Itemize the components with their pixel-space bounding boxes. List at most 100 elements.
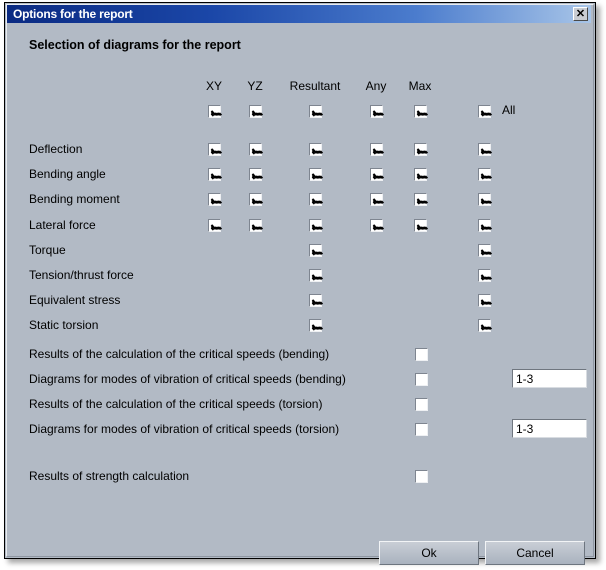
checkmark-icon [415, 220, 426, 231]
option-checkbox-3[interactable] [415, 423, 428, 436]
checkbox-row0-resultant[interactable] [309, 143, 322, 156]
cancel-button[interactable]: Cancel [485, 541, 585, 565]
checkmark-icon [209, 144, 220, 155]
row-label: Deflection [29, 142, 82, 156]
checkmark-icon [479, 194, 490, 205]
checkbox-row2-xy[interactable] [208, 193, 221, 206]
mode-range-input-3[interactable] [512, 419, 587, 438]
row-label: Bending angle [29, 167, 106, 181]
option-checkbox-0[interactable] [415, 348, 428, 361]
checkmark-icon [250, 220, 261, 231]
checkmark-icon [310, 194, 321, 205]
checkbox-row1-max[interactable] [414, 168, 427, 181]
checkbox-row1-resultant[interactable] [309, 168, 322, 181]
checkbox-row3-yz[interactable] [249, 219, 262, 232]
checkmark-icon [416, 471, 427, 482]
checkmark-icon [371, 169, 382, 180]
checkbox-row1-all[interactable] [478, 168, 491, 181]
column-header-yz: YZ [247, 79, 262, 93]
select-all-checkbox-resultant[interactable] [309, 105, 322, 118]
option-checkbox-4[interactable] [415, 470, 428, 483]
checkmark-icon [415, 106, 426, 117]
checkmark-icon [209, 106, 220, 117]
ok-button[interactable]: Ok [379, 541, 479, 565]
page-title: Selection of diagrams for the report [29, 38, 241, 52]
title-bar: Options for the report ✕ [7, 5, 591, 23]
checkbox-row7-all[interactable] [478, 319, 491, 332]
checkmark-icon [310, 270, 321, 281]
checkmark-icon [371, 220, 382, 231]
checkmark-icon [416, 374, 427, 385]
checkbox-row1-any[interactable] [370, 168, 383, 181]
checkbox-row3-all[interactable] [478, 219, 491, 232]
checkbox-row0-yz[interactable] [249, 143, 262, 156]
row-label: Bending moment [29, 192, 120, 206]
select-all-checkbox-yz[interactable] [249, 105, 262, 118]
checkbox-row2-all[interactable] [478, 193, 491, 206]
checkmark-icon [479, 270, 490, 281]
checkmark-icon [415, 169, 426, 180]
select-all-checkbox-all[interactable] [478, 105, 491, 118]
checkmark-icon [416, 399, 427, 410]
checkbox-row6-all[interactable] [478, 294, 491, 307]
checkmark-icon [209, 194, 220, 205]
select-all-checkbox-xy[interactable] [208, 105, 221, 118]
row-label: Torque [29, 243, 66, 257]
checkmark-icon [479, 144, 490, 155]
checkbox-row6-resultant[interactable] [309, 294, 322, 307]
checkbox-row3-xy[interactable] [208, 219, 221, 232]
close-icon[interactable]: ✕ [573, 7, 588, 21]
checkbox-row0-max[interactable] [414, 143, 427, 156]
checkmark-icon [479, 169, 490, 180]
checkbox-row1-xy[interactable] [208, 168, 221, 181]
checkmark-icon [479, 320, 490, 331]
checkbox-row4-resultant[interactable] [309, 244, 322, 257]
checkmark-icon [479, 295, 490, 306]
checkmark-icon [310, 245, 321, 256]
checkmark-icon [479, 220, 490, 231]
checkmark-icon [250, 169, 261, 180]
checkmark-icon [250, 144, 261, 155]
option-label: Results of the calculation of the critic… [29, 397, 322, 411]
select-all-checkbox-any[interactable] [370, 105, 383, 118]
option-label: Diagrams for modes of vibration of criti… [29, 422, 339, 436]
select-all-checkbox-max[interactable] [414, 105, 427, 118]
checkmark-icon [209, 220, 220, 231]
option-label: Results of strength calculation [29, 469, 189, 483]
checkbox-row0-xy[interactable] [208, 143, 221, 156]
column-header-resultant: Resultant [290, 79, 341, 93]
checkbox-row2-yz[interactable] [249, 193, 262, 206]
checkmark-icon [250, 106, 261, 117]
checkbox-row3-max[interactable] [414, 219, 427, 232]
window-title: Options for the report [7, 7, 133, 21]
checkbox-row2-any[interactable] [370, 193, 383, 206]
row-label: Static torsion [29, 318, 98, 332]
checkbox-row3-resultant[interactable] [309, 219, 322, 232]
checkbox-row0-all[interactable] [478, 143, 491, 156]
checkmark-icon [310, 106, 321, 117]
checkbox-row2-resultant[interactable] [309, 193, 322, 206]
checkbox-row4-all[interactable] [478, 244, 491, 257]
checkmark-icon [416, 424, 427, 435]
mode-range-input-1[interactable] [512, 369, 587, 388]
checkbox-row3-any[interactable] [370, 219, 383, 232]
checkmark-icon [415, 144, 426, 155]
option-label: Diagrams for modes of vibration of criti… [29, 372, 346, 386]
checkbox-row0-any[interactable] [370, 143, 383, 156]
checkmark-icon [415, 194, 426, 205]
checkbox-row5-resultant[interactable] [309, 269, 322, 282]
checkbox-row5-all[interactable] [478, 269, 491, 282]
checkmark-icon [310, 295, 321, 306]
checkmark-icon [310, 144, 321, 155]
option-checkbox-2[interactable] [415, 398, 428, 411]
option-checkbox-1[interactable] [415, 373, 428, 386]
checkmark-icon [310, 169, 321, 180]
checkmark-icon [209, 169, 220, 180]
checkbox-row7-resultant[interactable] [309, 319, 322, 332]
column-header-max: Max [409, 79, 432, 93]
checkbox-row2-max[interactable] [414, 193, 427, 206]
checkbox-row1-yz[interactable] [249, 168, 262, 181]
checkmark-icon [416, 349, 427, 360]
row-label: Equivalent stress [29, 293, 120, 307]
checkmark-icon [479, 106, 490, 117]
